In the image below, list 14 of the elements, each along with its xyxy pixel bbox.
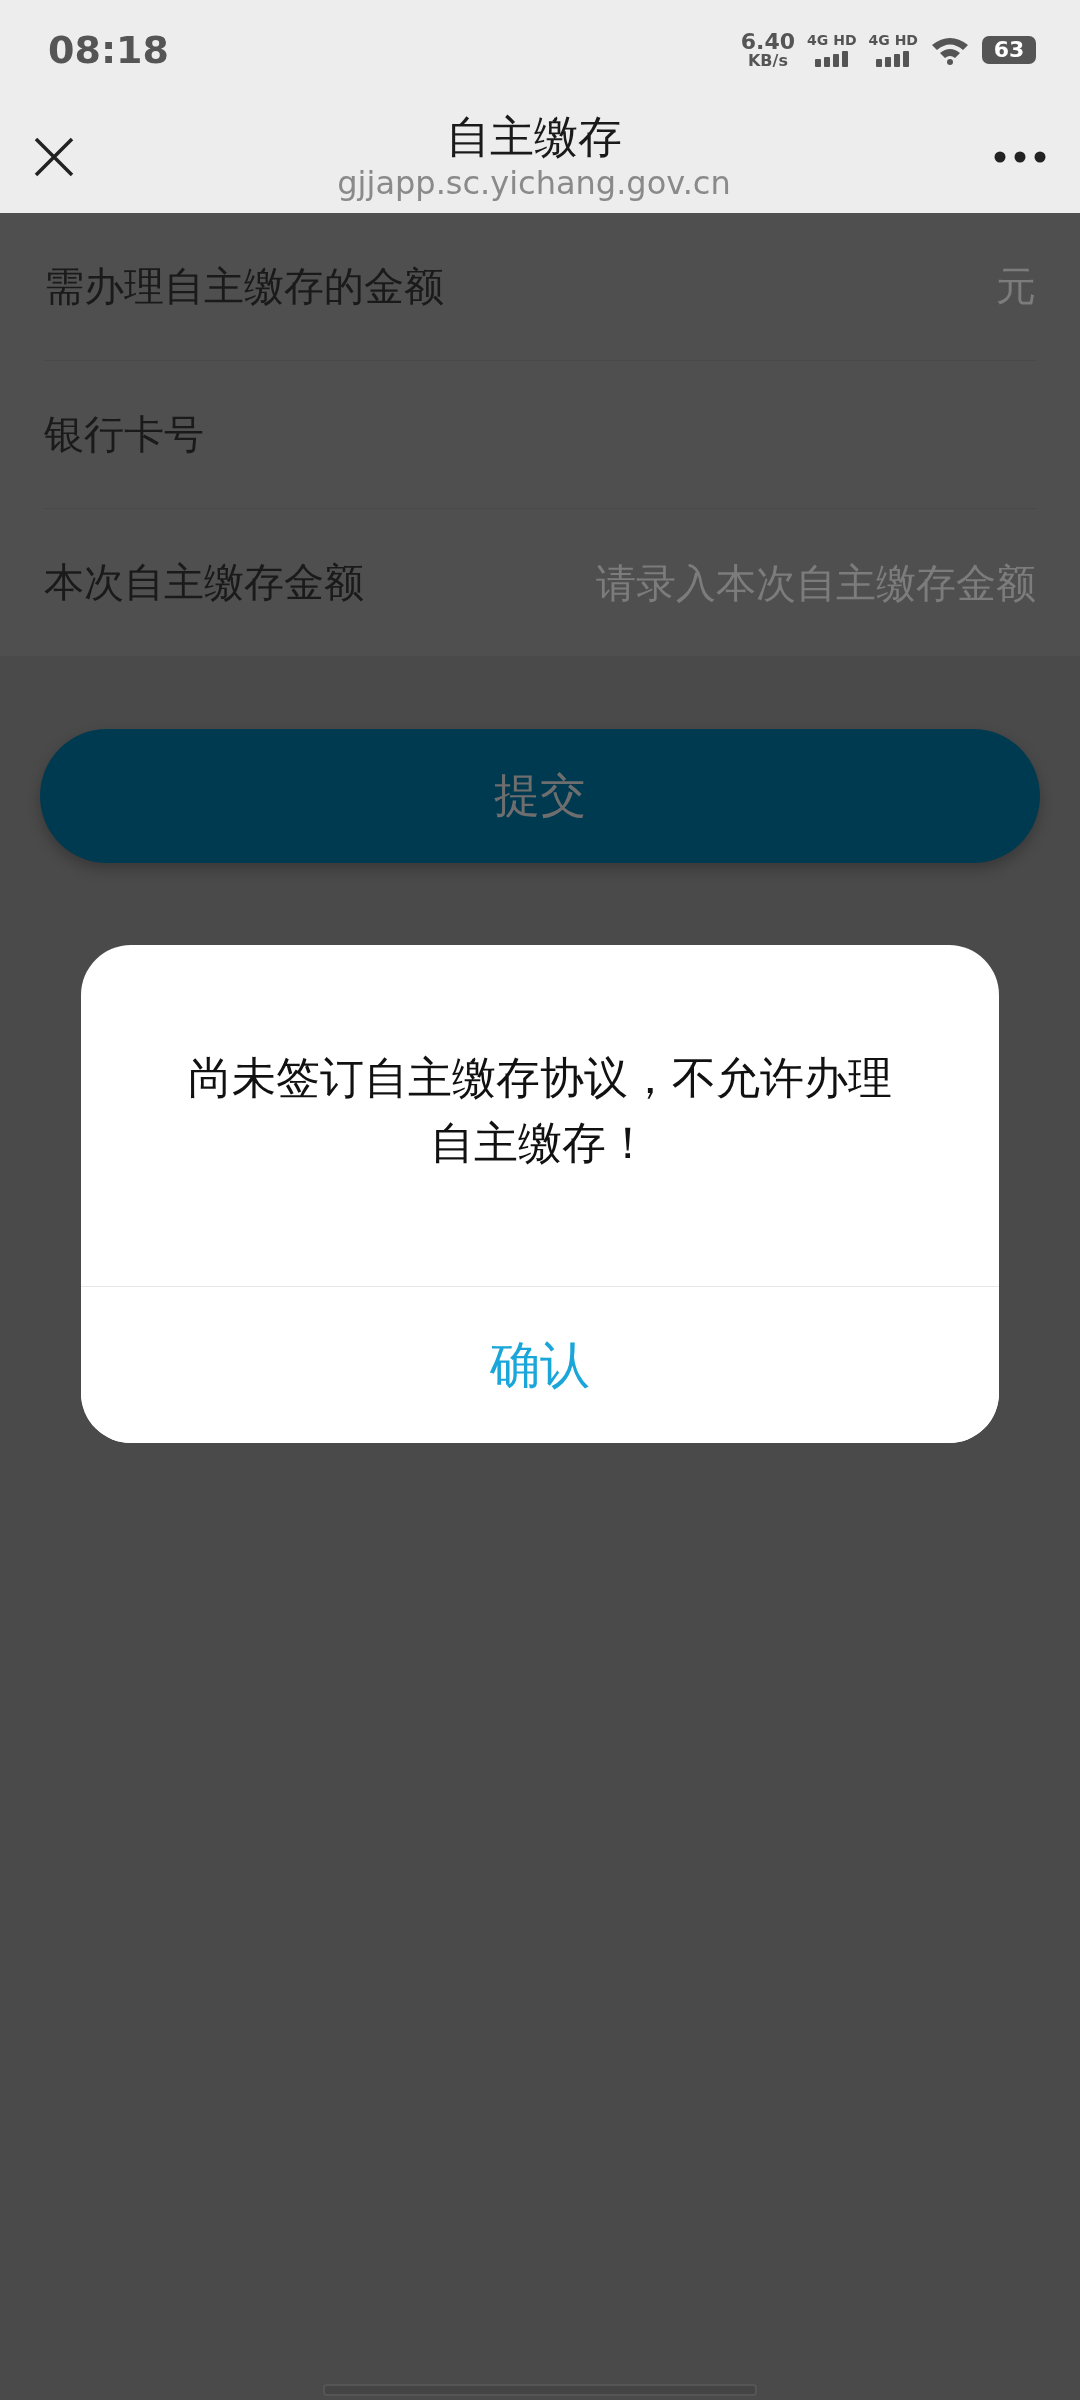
submit-button[interactable]: 提交 bbox=[40, 729, 1040, 863]
close-icon[interactable] bbox=[34, 136, 74, 177]
signal-icon bbox=[814, 51, 849, 67]
network-speed: 6.40 bbox=[740, 31, 796, 53]
status-time: 08:18 bbox=[48, 28, 169, 72]
page-url: gjjapp.sc.yichang.gov.cn bbox=[337, 163, 731, 203]
network-type: 4G HD bbox=[868, 33, 918, 47]
network-speed-unit: KB/s bbox=[747, 53, 788, 69]
more-icon[interactable] bbox=[994, 150, 1046, 163]
network-type: 4G HD bbox=[807, 33, 857, 47]
wifi-icon bbox=[930, 35, 970, 65]
battery-icon: 63 bbox=[982, 36, 1036, 64]
page-title: 自主缴存 bbox=[446, 110, 622, 164]
signal-icon bbox=[876, 51, 911, 67]
